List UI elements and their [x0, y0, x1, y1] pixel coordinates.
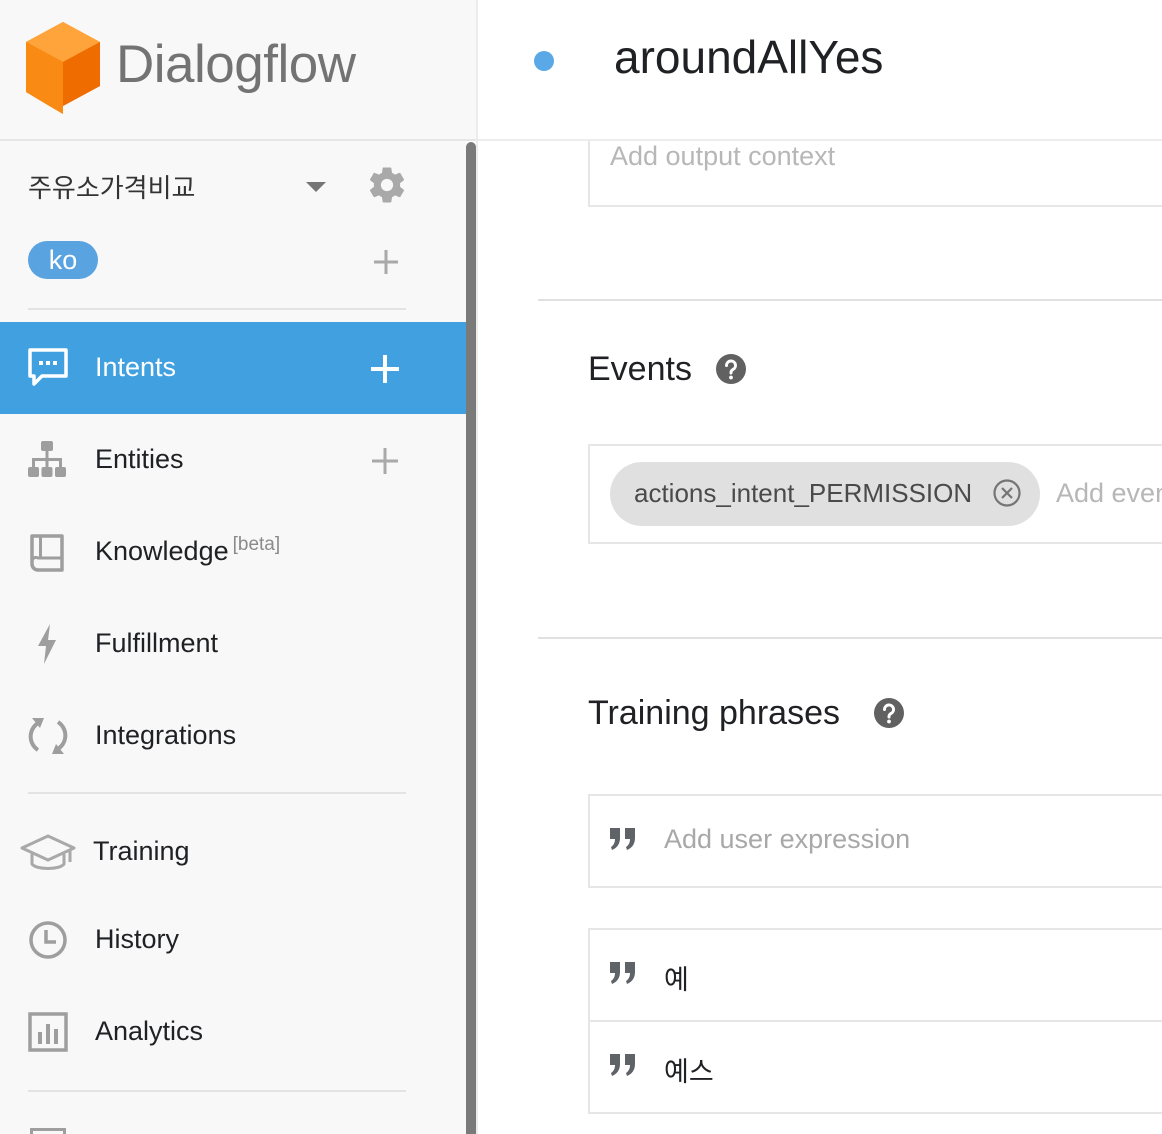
add-entity-icon[interactable]	[370, 446, 400, 476]
gear-icon[interactable]	[366, 164, 408, 206]
beta-badge: [beta]	[232, 534, 281, 555]
knowledge-label: Knowledge	[95, 536, 229, 566]
partial-nav-icon	[30, 1128, 66, 1134]
intent-editor: aroundAllYes Add output context Events a…	[478, 0, 1162, 1134]
sidebar-item-analytics[interactable]: Analytics	[0, 986, 466, 1078]
hierarchy-icon	[28, 441, 66, 477]
add-event-input[interactable]: Add event	[1056, 478, 1162, 509]
help-icon[interactable]	[873, 697, 905, 729]
sidebar-item-fulfillment[interactable]: Fulfillment	[0, 598, 466, 690]
sync-icon	[28, 718, 68, 754]
add-user-expression-field[interactable]: Add user expression	[588, 794, 1162, 888]
brand-name: Dialogflow	[116, 35, 356, 94]
sidebar-scrollbar[interactable]	[466, 142, 476, 1134]
clock-icon	[29, 921, 67, 959]
add-user-expression-placeholder: Add user expression	[664, 824, 911, 854]
quote-icon	[610, 1054, 635, 1076]
sidebar-item-label: Integrations	[95, 720, 237, 750]
intent-header: aroundAllYes	[478, 0, 1162, 141]
help-icon[interactable]	[715, 353, 747, 385]
remove-circle-icon[interactable]	[992, 478, 1022, 508]
bar-chart-icon	[28, 1012, 68, 1052]
sidebar-item-entities[interactable]: Entities	[0, 414, 466, 506]
sidebar-divider	[28, 308, 406, 310]
sidebar-divider	[28, 792, 406, 794]
sidebar-item-label: Entities	[95, 444, 184, 474]
sidebar-item-history[interactable]: History	[0, 894, 466, 986]
language-badge[interactable]: ko	[28, 241, 98, 279]
training-phrase-row[interactable]: 예스	[588, 1020, 1162, 1114]
sidebar-item-label: Intents	[95, 352, 177, 382]
sidebar-item-label: Knowledge [beta]	[95, 534, 281, 567]
agent-selector[interactable]: 주유소가격비교	[28, 160, 428, 212]
graduation-cap-icon	[20, 834, 76, 870]
sidebar: Dialogflow 주유소가격비교 ko Intents Entities K…	[0, 0, 476, 1134]
language-row: ko	[28, 240, 408, 282]
sidebar-item-label: Fulfillment	[95, 628, 219, 658]
sidebar-divider	[28, 1090, 406, 1092]
agent-name: 주유소가격비교	[28, 174, 196, 204]
intent-name[interactable]: aroundAllYes	[614, 30, 883, 84]
event-chip-label: actions_intent_PERMISSION	[634, 478, 973, 508]
sidebar-item-intents[interactable]: Intents	[0, 322, 466, 414]
training-phrase-text[interactable]: 예스	[664, 1050, 714, 1089]
caret-down-icon[interactable]	[306, 182, 326, 192]
sidebar-item-knowledge[interactable]: Knowledge [beta]	[0, 506, 466, 598]
training-phrase-row[interactable]: 예	[588, 928, 1162, 1022]
status-dot	[534, 51, 554, 71]
events-title: Events	[588, 350, 692, 388]
training-phrases-title: Training phrases	[588, 694, 840, 732]
dialogflow-console: Dialogflow 주유소가격비교 ko Intents Entities K…	[0, 0, 1162, 1134]
sidebar-item-integrations[interactable]: Integrations	[0, 690, 466, 782]
output-context-placeholder: Add output context	[610, 141, 836, 171]
logo-area: Dialogflow	[0, 0, 476, 141]
section-divider	[538, 299, 1162, 301]
dialogflow-logo-icon	[26, 22, 100, 114]
section-divider	[538, 637, 1162, 639]
sidebar-item-label: Analytics	[95, 1016, 204, 1046]
sidebar-item-label: Training	[93, 836, 190, 866]
event-chip[interactable]: actions_intent_PERMISSION	[610, 462, 1040, 526]
book-icon	[30, 534, 64, 572]
output-context-field[interactable]: Add output context	[588, 141, 1162, 207]
chat-icon	[28, 348, 68, 386]
add-intent-icon[interactable]	[370, 354, 400, 384]
quote-icon	[610, 828, 635, 850]
sidebar-item-training[interactable]: Training	[0, 806, 466, 898]
bolt-icon	[38, 624, 56, 664]
events-field[interactable]: actions_intent_PERMISSION Add event	[588, 444, 1162, 544]
sidebar-item-label: History	[95, 924, 180, 954]
plus-icon[interactable]	[372, 248, 400, 276]
quote-icon	[610, 962, 635, 984]
training-phrase-text[interactable]: 예	[664, 958, 689, 997]
